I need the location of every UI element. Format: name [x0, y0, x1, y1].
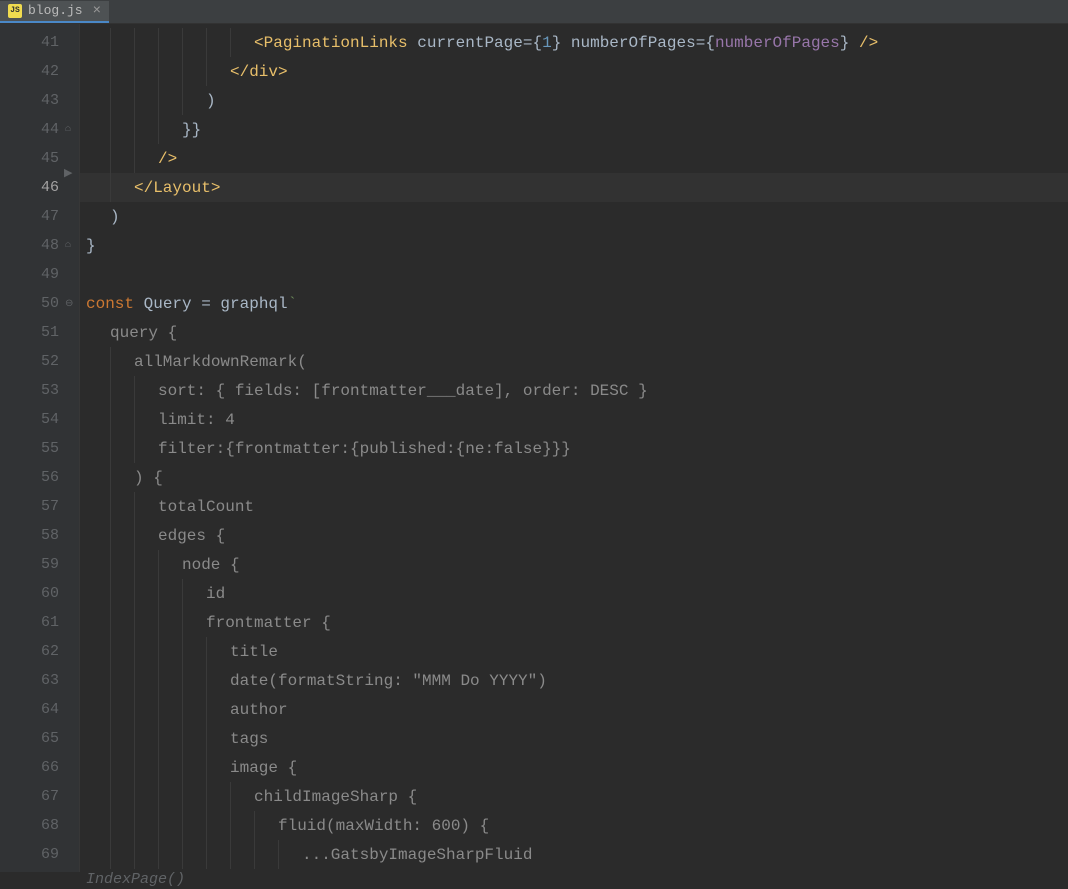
- gutter-line-59[interactable]: 59: [0, 550, 79, 579]
- breadcrumb-hint: IndexPage(): [80, 869, 1068, 889]
- gutter-line-46[interactable]: 46: [0, 173, 79, 202]
- code-line-47[interactable]: ): [80, 202, 1068, 231]
- gutter-line-61[interactable]: 61: [0, 608, 79, 637]
- gutter-line-58[interactable]: 58: [0, 521, 79, 550]
- gutter-line-53[interactable]: 53: [0, 376, 79, 405]
- gutter-line-63[interactable]: 63: [0, 666, 79, 695]
- close-icon[interactable]: ×: [93, 3, 101, 19]
- code-line-61[interactable]: frontmatter {: [80, 608, 1068, 637]
- tab-blog-js[interactable]: JS blog.js ×: [0, 1, 109, 23]
- code-line-55[interactable]: filter:{frontmatter:{published:{ne:false…: [80, 434, 1068, 463]
- code-line-57[interactable]: totalCount: [80, 492, 1068, 521]
- code-area[interactable]: <PaginationLinks currentPage={1} numberO…: [80, 24, 1068, 872]
- code-line-50[interactable]: const Query = graphql`: [80, 289, 1068, 318]
- gutter-line-52[interactable]: 52: [0, 347, 79, 376]
- code-line-42[interactable]: </div>: [80, 57, 1068, 86]
- tab-bar: JS blog.js ×: [0, 0, 1068, 24]
- code-line-46[interactable]: </Layout>: [80, 173, 1068, 202]
- gutter-line-62[interactable]: 62: [0, 637, 79, 666]
- gutter-line-55[interactable]: 55: [0, 434, 79, 463]
- code-line-49[interactable]: [80, 260, 1068, 289]
- gutter-line-68[interactable]: 68: [0, 811, 79, 840]
- code-line-65[interactable]: tags: [80, 724, 1068, 753]
- gutter-line-48[interactable]: 48⌂: [0, 231, 79, 260]
- fold-end-icon[interactable]: ⌂: [65, 240, 77, 252]
- js-file-icon: JS: [8, 4, 22, 18]
- code-line-67[interactable]: childImageSharp {: [80, 782, 1068, 811]
- code-line-60[interactable]: id: [80, 579, 1068, 608]
- code-line-43[interactable]: ): [80, 86, 1068, 115]
- editor: 41424344⌂45▶464748⌂4950⊖5152535455565758…: [0, 24, 1068, 872]
- gutter-line-50[interactable]: 50⊖: [0, 289, 79, 318]
- gutter-line-51[interactable]: 51: [0, 318, 79, 347]
- code-line-51[interactable]: query {: [80, 318, 1068, 347]
- code-line-59[interactable]: node {: [80, 550, 1068, 579]
- code-line-58[interactable]: edges {: [80, 521, 1068, 550]
- code-line-54[interactable]: limit: 4: [80, 405, 1068, 434]
- code-line-63[interactable]: date(formatString: "MMM Do YYYY"): [80, 666, 1068, 695]
- gutter-line-49[interactable]: 49: [0, 260, 79, 289]
- code-line-64[interactable]: author: [80, 695, 1068, 724]
- code-line-45[interactable]: />: [80, 144, 1068, 173]
- tab-filename: blog.js: [28, 3, 83, 18]
- gutter-line-44[interactable]: 44⌂: [0, 115, 79, 144]
- code-line-62[interactable]: title: [80, 637, 1068, 666]
- gutter: 41424344⌂45▶464748⌂4950⊖5152535455565758…: [0, 24, 80, 872]
- gutter-line-47[interactable]: 47: [0, 202, 79, 231]
- code-line-41[interactable]: <PaginationLinks currentPage={1} numberO…: [80, 28, 1068, 57]
- code-line-53[interactable]: sort: { fields: [frontmatter___date], or…: [80, 376, 1068, 405]
- fold-start-icon[interactable]: ⊖: [65, 298, 77, 310]
- gutter-line-45[interactable]: 45▶: [0, 144, 79, 173]
- code-line-66[interactable]: image {: [80, 753, 1068, 782]
- gutter-line-64[interactable]: 64: [0, 695, 79, 724]
- gutter-line-60[interactable]: 60: [0, 579, 79, 608]
- code-line-68[interactable]: fluid(maxWidth: 600) {: [80, 811, 1068, 840]
- gutter-line-65[interactable]: 65: [0, 724, 79, 753]
- fold-end-icon[interactable]: ⌂: [65, 124, 77, 136]
- code-line-44[interactable]: }}: [80, 115, 1068, 144]
- code-line-48[interactable]: }: [80, 231, 1068, 260]
- gutter-line-56[interactable]: 56: [0, 463, 79, 492]
- gutter-line-42[interactable]: 42: [0, 57, 79, 86]
- code-line-56[interactable]: ) {: [80, 463, 1068, 492]
- gutter-line-54[interactable]: 54: [0, 405, 79, 434]
- gutter-line-69[interactable]: 69: [0, 840, 79, 869]
- code-line-69[interactable]: ...GatsbyImageSharpFluid: [80, 840, 1068, 869]
- gutter-line-66[interactable]: 66: [0, 753, 79, 782]
- gutter-line-43[interactable]: 43: [0, 86, 79, 115]
- gutter-line-41[interactable]: 41: [0, 28, 79, 57]
- code-line-52[interactable]: allMarkdownRemark(: [80, 347, 1068, 376]
- gutter-line-67[interactable]: 67: [0, 782, 79, 811]
- gutter-line-57[interactable]: 57: [0, 492, 79, 521]
